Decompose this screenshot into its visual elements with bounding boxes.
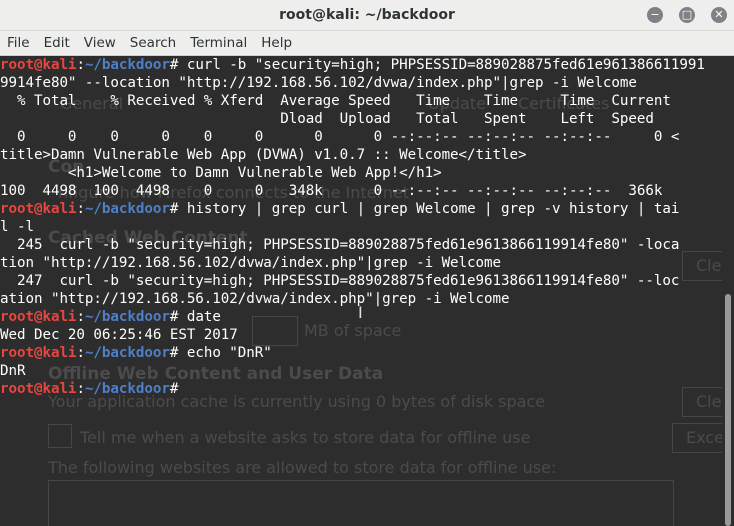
output-text: % Total % Received % Xferd Average Speed… bbox=[0, 93, 671, 109]
scrollbar-thumb[interactable] bbox=[725, 294, 731, 526]
output-text: 9914fe80" --location "http://192.168.56.… bbox=[0, 75, 637, 91]
output-line: DnR bbox=[0, 362, 722, 380]
terminal-output: root@kali:~/backdoor# curl -b "security=… bbox=[0, 56, 722, 398]
command-text: date bbox=[186, 309, 221, 325]
prompt-path: ~/backdoor bbox=[84, 381, 170, 397]
maximize-button[interactable]: □ bbox=[679, 7, 695, 23]
text-cursor-icon: Ⅰ bbox=[358, 303, 363, 322]
prompt-sep: : bbox=[76, 57, 85, 73]
output-text: <h1>Welcome to Damn Vulnerable Web App!<… bbox=[0, 165, 442, 181]
output-text: 100 4498 100 4498 0 0 348k 0 --:--:-- --… bbox=[0, 183, 663, 199]
command-text: echo "DnR" bbox=[186, 345, 272, 361]
output-text: ation "http://192.168.56.102/dvwa/index.… bbox=[0, 291, 510, 307]
output-text: 245 curl -b "security=high; PHPSESSID=88… bbox=[0, 237, 680, 253]
output-line: Dload Upload Total Spent Left Speed bbox=[0, 110, 722, 128]
prompt-line: root@kali:~/backdoor# curl -b "security=… bbox=[0, 56, 722, 74]
prompt-path: ~/backdoor bbox=[84, 57, 170, 73]
ghost-tell-me-text: Tell me when a website asks to store dat… bbox=[80, 428, 531, 447]
menu-file[interactable]: File bbox=[0, 31, 37, 55]
minimize-button[interactable]: − bbox=[647, 7, 663, 23]
prompt-user: root@kali bbox=[0, 201, 77, 217]
output-line: 9914fe80" --location "http://192.168.56.… bbox=[0, 74, 722, 92]
prompt-user: root@kali bbox=[0, 57, 77, 73]
output-text: tion "http://192.168.56.102/dvwa/index.p… bbox=[0, 255, 502, 271]
prompt-sep: : bbox=[76, 309, 85, 325]
output-line: 247 curl -b "security=high; PHPSESSID=88… bbox=[0, 272, 722, 290]
output-line: 0 0 0 0 0 0 0 0 --:--:-- --:--:-- --:--:… bbox=[0, 128, 722, 146]
output-text: 0 0 0 0 0 0 0 0 --:--:-- --:--:-- --:--:… bbox=[0, 129, 680, 145]
output-text: DnR bbox=[0, 363, 26, 379]
prompt-user: root@kali bbox=[0, 345, 77, 361]
ghost-site-list bbox=[48, 480, 674, 526]
prompt-sep: : bbox=[76, 345, 85, 361]
output-line: Wed Dec 20 06:25:46 EST 2017 bbox=[0, 326, 722, 344]
menu-search[interactable]: Search bbox=[123, 31, 183, 55]
title-bar[interactable]: root@kali: ~/backdoor − □ ✕ bbox=[0, 0, 734, 31]
output-line: % Total % Received % Xferd Average Speed… bbox=[0, 92, 722, 110]
prompt-path: ~/backdoor bbox=[84, 201, 170, 217]
prompt-line: root@kali:~/backdoor# history | grep cur… bbox=[0, 200, 722, 218]
output-text: Wed Dec 20 06:25:46 EST 2017 bbox=[0, 327, 238, 343]
prompt-line: root@kali:~/backdoor# echo "DnR" bbox=[0, 344, 722, 362]
output-line: 245 curl -b "security=high; PHPSESSID=88… bbox=[0, 236, 722, 254]
prompt-symbol: # bbox=[169, 309, 187, 325]
command-text: curl -b "security=high; PHPSESSID=889028… bbox=[186, 57, 705, 73]
prompt-path: ~/backdoor bbox=[84, 345, 170, 361]
ghost-allowed-text: The following websites are allowed to st… bbox=[48, 458, 557, 477]
prompt-symbol: # bbox=[169, 57, 187, 73]
output-text: Dload Upload Total Spent Left Speed bbox=[0, 111, 654, 127]
ghost-exceptions-label: Exce bbox=[686, 428, 722, 447]
command-text: history | grep curl | grep Welcome | gre… bbox=[186, 201, 680, 217]
output-line: title>Damn Vulnerable Web App (DVWA) v1.… bbox=[0, 146, 722, 164]
output-line: 100 4498 100 4498 0 0 348k 0 --:--:-- --… bbox=[0, 182, 722, 200]
menu-view[interactable]: View bbox=[77, 31, 123, 55]
terminal-window: root@kali: ~/backdoor − □ ✕ File Edit View… bbox=[0, 0, 734, 526]
output-text: 247 curl -b "security=high; PHPSESSID=88… bbox=[0, 273, 680, 289]
output-text: l -l bbox=[0, 219, 34, 235]
prompt-line: root@kali:~/backdoor# bbox=[0, 380, 722, 398]
output-line: l -l bbox=[0, 218, 722, 236]
menu-terminal[interactable]: Terminal bbox=[183, 31, 254, 55]
menu-help[interactable]: Help bbox=[254, 31, 299, 55]
prompt-symbol: # bbox=[169, 381, 187, 397]
output-line: <h1>Welcome to Damn Vulnerable Web App!<… bbox=[0, 164, 722, 182]
prompt-user: root@kali bbox=[0, 309, 77, 325]
terminal-scrollbar[interactable] bbox=[722, 56, 734, 526]
output-text: title>Damn Vulnerable Web App (DVWA) v1.… bbox=[0, 147, 527, 163]
menu-bar: File Edit View Search Terminal Help bbox=[0, 31, 734, 56]
close-button[interactable]: ✕ bbox=[711, 7, 727, 23]
prompt-sep: : bbox=[76, 381, 85, 397]
menu-edit[interactable]: Edit bbox=[37, 31, 77, 55]
window-title: root@kali: ~/backdoor bbox=[279, 7, 455, 23]
prompt-symbol: # bbox=[169, 345, 187, 361]
ghost-checkbox bbox=[48, 424, 72, 448]
prompt-user: root@kali bbox=[0, 381, 77, 397]
prompt-symbol: # bbox=[169, 201, 187, 217]
terminal-area[interactable]: General Update Certificates Con nfigure … bbox=[0, 56, 722, 526]
prompt-sep: : bbox=[76, 201, 85, 217]
output-line: tion "http://192.168.56.102/dvwa/index.p… bbox=[0, 254, 722, 272]
prompt-path: ~/backdoor bbox=[84, 309, 170, 325]
